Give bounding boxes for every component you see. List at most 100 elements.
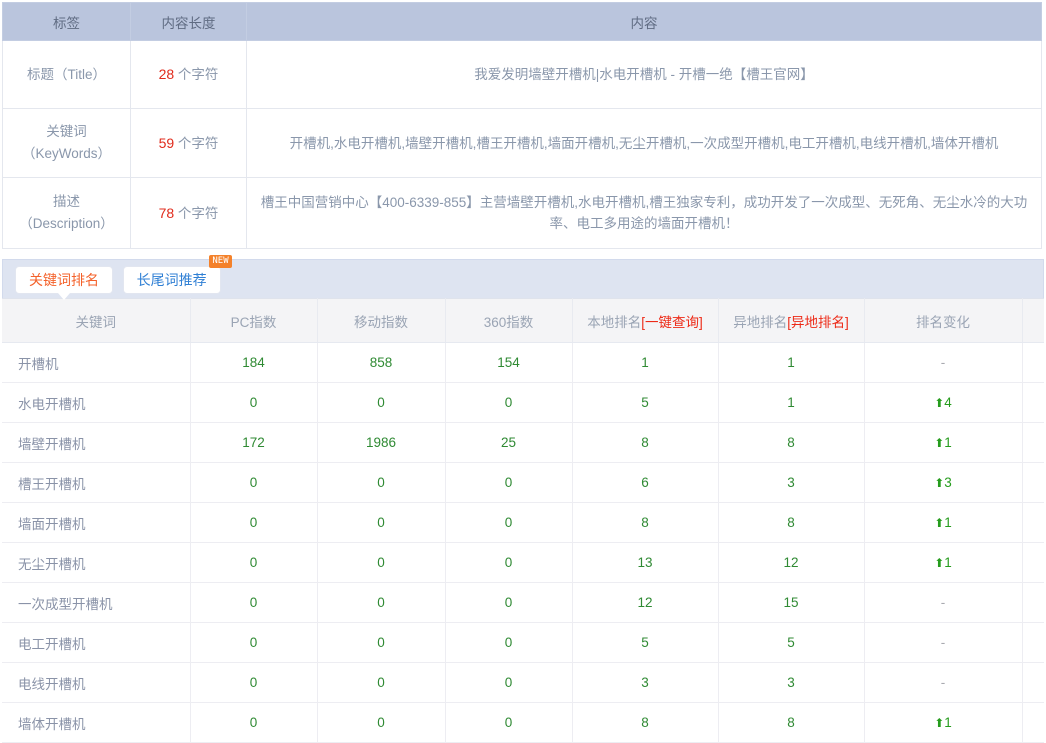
arrow-up-icon: ⬆: [934, 556, 945, 570]
seo-row-length-number: 59: [158, 134, 175, 151]
tab-longtail-suggest[interactable]: 长尾词推荐 NEW: [122, 255, 232, 294]
arrow-up-icon: ⬆: [934, 516, 945, 530]
cell-pc-index: 0: [190, 622, 318, 663]
seo-row-title: 标题（Title） 28 个字符 我爱发明墙壁开槽机|水电开槽机 - 开槽一绝【…: [2, 40, 1042, 109]
seo-row-label: 标题（Title）: [2, 40, 131, 109]
cell-360-index: 0: [445, 622, 573, 663]
cell-spacer: [1022, 542, 1044, 583]
cell-pc-index: 0: [190, 582, 318, 623]
one-click-query-link[interactable]: [一键查询]: [641, 315, 703, 330]
rank-header-pc-index: PC指数: [190, 298, 318, 343]
seo-header-length: 内容长度: [130, 2, 247, 41]
cell-rank-change: ⬆1: [864, 422, 1023, 463]
cell-360-index: 0: [445, 462, 573, 503]
seo-row-length: 59 个字符: [130, 108, 247, 178]
cell-local-rank: 8: [572, 422, 719, 463]
cell-remote-rank: 8: [718, 502, 865, 543]
rank-header-local-rank-label: 本地排名: [587, 314, 642, 330]
cell-360-index: 154: [445, 342, 573, 383]
cell-local-rank: 13: [572, 542, 719, 583]
rank-change-value: -: [940, 675, 946, 690]
cell-pc-index: 0: [190, 502, 318, 543]
seo-row-length: 78 个字符: [130, 177, 247, 249]
cell-360-index: 0: [445, 502, 573, 543]
cell-mobile-index: 0: [317, 462, 446, 503]
cell-rank-change: ⬆1: [864, 502, 1023, 543]
rank-change-up: ⬆4: [934, 395, 952, 410]
seo-row-label-cn: 描述: [53, 194, 80, 209]
tab-keyword-ranking-label: 关键词排名: [29, 272, 99, 288]
arrow-up-icon: ⬆: [934, 476, 945, 490]
rank-change-value: -: [940, 595, 946, 610]
rank-change-up: ⬆1: [934, 715, 952, 730]
rank-change-value: 1: [944, 715, 952, 730]
seo-row-length-unit: 个字符: [174, 67, 219, 82]
rank-change-up: ⬆1: [934, 515, 952, 530]
cell-spacer: [1022, 462, 1044, 503]
rank-change-up: ⬆3: [934, 475, 952, 490]
cell-spacer: [1022, 342, 1044, 383]
seo-meta-table: 标签 内容长度 内容 标题（Title） 28 个字符 我爱发明墙壁开槽机|水电…: [2, 2, 1042, 249]
cell-local-rank: 6: [572, 462, 719, 503]
cell-keyword: 墙壁开槽机: [2, 422, 191, 463]
arrow-up-icon: ⬆: [934, 396, 945, 410]
seo-table-header-row: 标签 内容长度 内容: [2, 2, 1042, 41]
tab-bar: 关键词排名 长尾词推荐 NEW: [2, 255, 1044, 300]
keyword-panel: 关键词排名 长尾词推荐 NEW 关键词 PC指数 移动指数 360指数 本地排名…: [2, 255, 1044, 743]
cell-mobile-index: 0: [317, 502, 446, 543]
rank-change-value: 3: [944, 475, 952, 490]
cell-spacer: [1022, 622, 1044, 663]
cell-keyword: 电工开槽机: [2, 622, 191, 663]
cell-mobile-index: 0: [317, 702, 446, 743]
remote-rank-link[interactable]: [异地排名]: [787, 315, 849, 330]
seo-row-keywords: 关键词 （KeyWords） 59 个字符 开槽机,水电开槽机,墙壁开槽机,槽王…: [2, 108, 1042, 178]
cell-pc-index: 0: [190, 382, 318, 423]
seo-row-label-cn: 标题: [26, 66, 54, 82]
cell-local-rank: 8: [572, 702, 719, 743]
table-row: 无尘开槽机 0 0 0 13 12 ⬆1: [2, 542, 1044, 583]
cell-rank-change: -: [864, 622, 1023, 663]
seo-row-length-unit: 个字符: [174, 205, 219, 221]
rank-header-remote-rank-label: 异地排名: [733, 314, 788, 330]
seo-row-label-en: （Title）: [53, 66, 106, 82]
cell-pc-index: 0: [190, 462, 318, 503]
cell-keyword: 墙面开槽机: [2, 502, 191, 543]
cell-mobile-index: 1986: [317, 422, 446, 463]
table-row: 墙面开槽机 0 0 0 8 8 ⬆1: [2, 502, 1044, 543]
rank-change-value: -: [940, 635, 946, 650]
cell-spacer: [1022, 502, 1044, 543]
cell-remote-rank: 1: [718, 382, 865, 423]
seo-row-content: 开槽机,水电开槽机,墙壁开槽机,槽王开槽机,墙面开槽机,无尘开槽机,一次成型开槽…: [246, 108, 1042, 178]
seo-row-label: 描述 （Description）: [2, 177, 131, 249]
cell-spacer: [1022, 702, 1044, 743]
cell-local-rank: 1: [572, 342, 719, 383]
rank-change-up: ⬆1: [934, 435, 952, 450]
cell-spacer: [1022, 662, 1044, 703]
seo-row-content: 槽王中国营销中心【400-6339-855】主营墙壁开槽机,水电开槽机,槽王独家…: [246, 177, 1042, 249]
rank-change-up: ⬆1: [934, 555, 952, 570]
seo-row-content: 我爱发明墙壁开槽机|水电开槽机 - 开槽一绝【槽王官网】: [246, 40, 1042, 109]
arrow-up-icon: ⬆: [934, 716, 945, 730]
cell-rank-change: ⬆1: [864, 542, 1023, 583]
table-row: 电线开槽机 0 0 0 3 3 -: [2, 662, 1044, 703]
rank-header-360-index: 360指数: [445, 298, 573, 343]
seo-row-label: 关键词 （KeyWords）: [2, 108, 131, 178]
cell-spacer: [1022, 582, 1044, 623]
table-row: 水电开槽机 0 0 0 5 1 ⬆4: [2, 382, 1044, 423]
table-row: 电工开槽机 0 0 0 5 5 -: [2, 622, 1044, 663]
seo-row-length-unit: 个字符: [174, 135, 219, 151]
cell-mobile-index: 0: [317, 582, 446, 623]
cell-360-index: 0: [445, 382, 573, 423]
rank-change-value: 1: [944, 435, 952, 450]
rank-header-remote-rank: 异地排名[异地排名]: [718, 298, 865, 343]
rank-header-rank-change: 排名变化: [864, 298, 1023, 343]
rank-header-spacer: [1022, 298, 1044, 343]
seo-row-label-en: （KeyWords）: [21, 146, 112, 161]
new-badge: NEW: [209, 255, 232, 268]
table-row: 一次成型开槽机 0 0 0 12 15 -: [2, 582, 1044, 623]
tab-keyword-ranking[interactable]: 关键词排名: [15, 266, 113, 300]
cell-keyword: 无尘开槽机: [2, 542, 191, 583]
rank-change-value: 4: [944, 395, 952, 410]
seo-header-content: 内容: [246, 2, 1042, 41]
rank-header-local-rank: 本地排名[一键查询]: [572, 298, 719, 343]
